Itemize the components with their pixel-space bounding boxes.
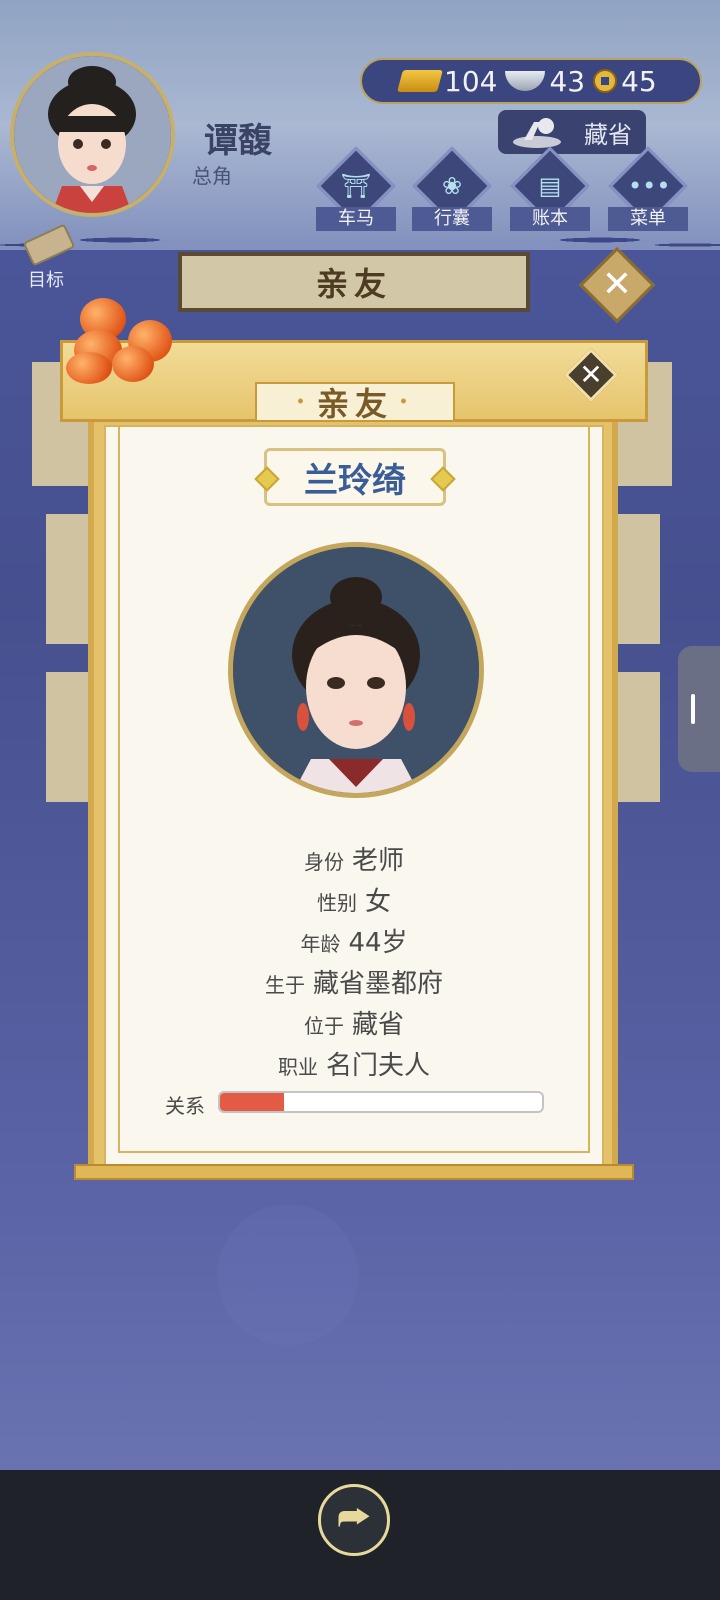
list-card[interactable] bbox=[616, 514, 660, 644]
menu-main-button[interactable]: ••• 菜单 bbox=[608, 146, 688, 231]
bag-icon: ❀ bbox=[441, 172, 463, 200]
ledger-icon: ▤ bbox=[538, 172, 562, 200]
menu-label-bag: 行囊 bbox=[412, 207, 492, 231]
player-role: 总角 bbox=[192, 164, 232, 188]
modal-scroll-rod bbox=[74, 1164, 634, 1180]
location-label: 藏省 bbox=[584, 120, 632, 149]
share-icon: ⮫ bbox=[337, 1498, 371, 1539]
copper-coin-icon bbox=[593, 69, 618, 93]
top-menu: ⛩ 车马 ❀ 行囊 ▤ 账本 ••• 菜单 bbox=[316, 146, 706, 231]
screen-title-banner: 亲友 bbox=[178, 252, 530, 312]
silver-currency: 43 bbox=[505, 65, 585, 98]
info-row-occupation: 职业 名门夫人 bbox=[277, 1051, 430, 1081]
list-card[interactable] bbox=[616, 672, 660, 802]
relationship-bar bbox=[218, 1091, 544, 1113]
gold-currency: 104 bbox=[397, 64, 498, 98]
info-row-birthplace: 生于 藏省墨都府 bbox=[264, 969, 443, 999]
share-button[interactable]: ⮫ bbox=[318, 1484, 390, 1556]
persimmon-icon bbox=[112, 346, 154, 382]
list-card[interactable] bbox=[46, 514, 92, 644]
menu-label-ledger: 账本 bbox=[510, 207, 590, 231]
silver-ingot-icon bbox=[505, 71, 546, 91]
carriage-icon: ⛩ bbox=[340, 172, 372, 200]
menu-ledger-button[interactable]: ▤ 账本 bbox=[510, 146, 590, 231]
menu-label-carriage: 车马 bbox=[316, 207, 396, 231]
location-button[interactable]: 藏省 bbox=[498, 110, 646, 154]
player-portrait-illustration bbox=[14, 56, 171, 213]
gold-amount: 104 bbox=[444, 64, 498, 98]
character-portrait-illustration bbox=[233, 547, 479, 793]
screen-title: 亲友 bbox=[315, 265, 392, 303]
modal-title: 亲友 bbox=[255, 382, 455, 423]
menu-bag-button[interactable]: ❀ 行囊 bbox=[412, 146, 492, 231]
copper-currency: 45 bbox=[593, 65, 657, 98]
copper-amount: 45 bbox=[621, 64, 657, 98]
info-row-age: 年龄 44岁 bbox=[300, 928, 408, 958]
gold-ingot-icon bbox=[397, 70, 443, 92]
relationship-label: 关系 bbox=[165, 1094, 205, 1118]
info-row-gender: 性别女 bbox=[316, 887, 391, 917]
persimmon-icon bbox=[66, 352, 112, 384]
silver-amount: 43 bbox=[549, 64, 586, 98]
info-row-location: 位于 藏省 bbox=[303, 1010, 404, 1040]
list-card[interactable] bbox=[46, 672, 92, 802]
goal-label: 目标 bbox=[28, 270, 64, 291]
player-avatar[interactable] bbox=[10, 52, 175, 217]
close-icon: ✕ bbox=[601, 264, 633, 305]
character-portrait bbox=[228, 542, 484, 798]
info-row-identity: 身份 老师 bbox=[303, 846, 404, 876]
character-name: 兰玲绮 bbox=[264, 448, 446, 506]
menu-label-main: 菜单 bbox=[608, 207, 688, 231]
player-name: 谭馥 bbox=[204, 121, 272, 161]
relationship-bar-fill bbox=[220, 1093, 285, 1111]
menu-dots-icon: ••• bbox=[628, 172, 671, 200]
menu-carriage-button[interactable]: ⛩ 车马 bbox=[316, 146, 396, 231]
goal-button[interactable]: 目标 bbox=[18, 223, 88, 292]
currency-bar: 104 43 45 bbox=[360, 58, 702, 104]
side-drawer-handle[interactable] bbox=[678, 646, 720, 772]
close-icon: ✕ bbox=[579, 358, 603, 391]
ink-stone-icon bbox=[513, 118, 561, 148]
